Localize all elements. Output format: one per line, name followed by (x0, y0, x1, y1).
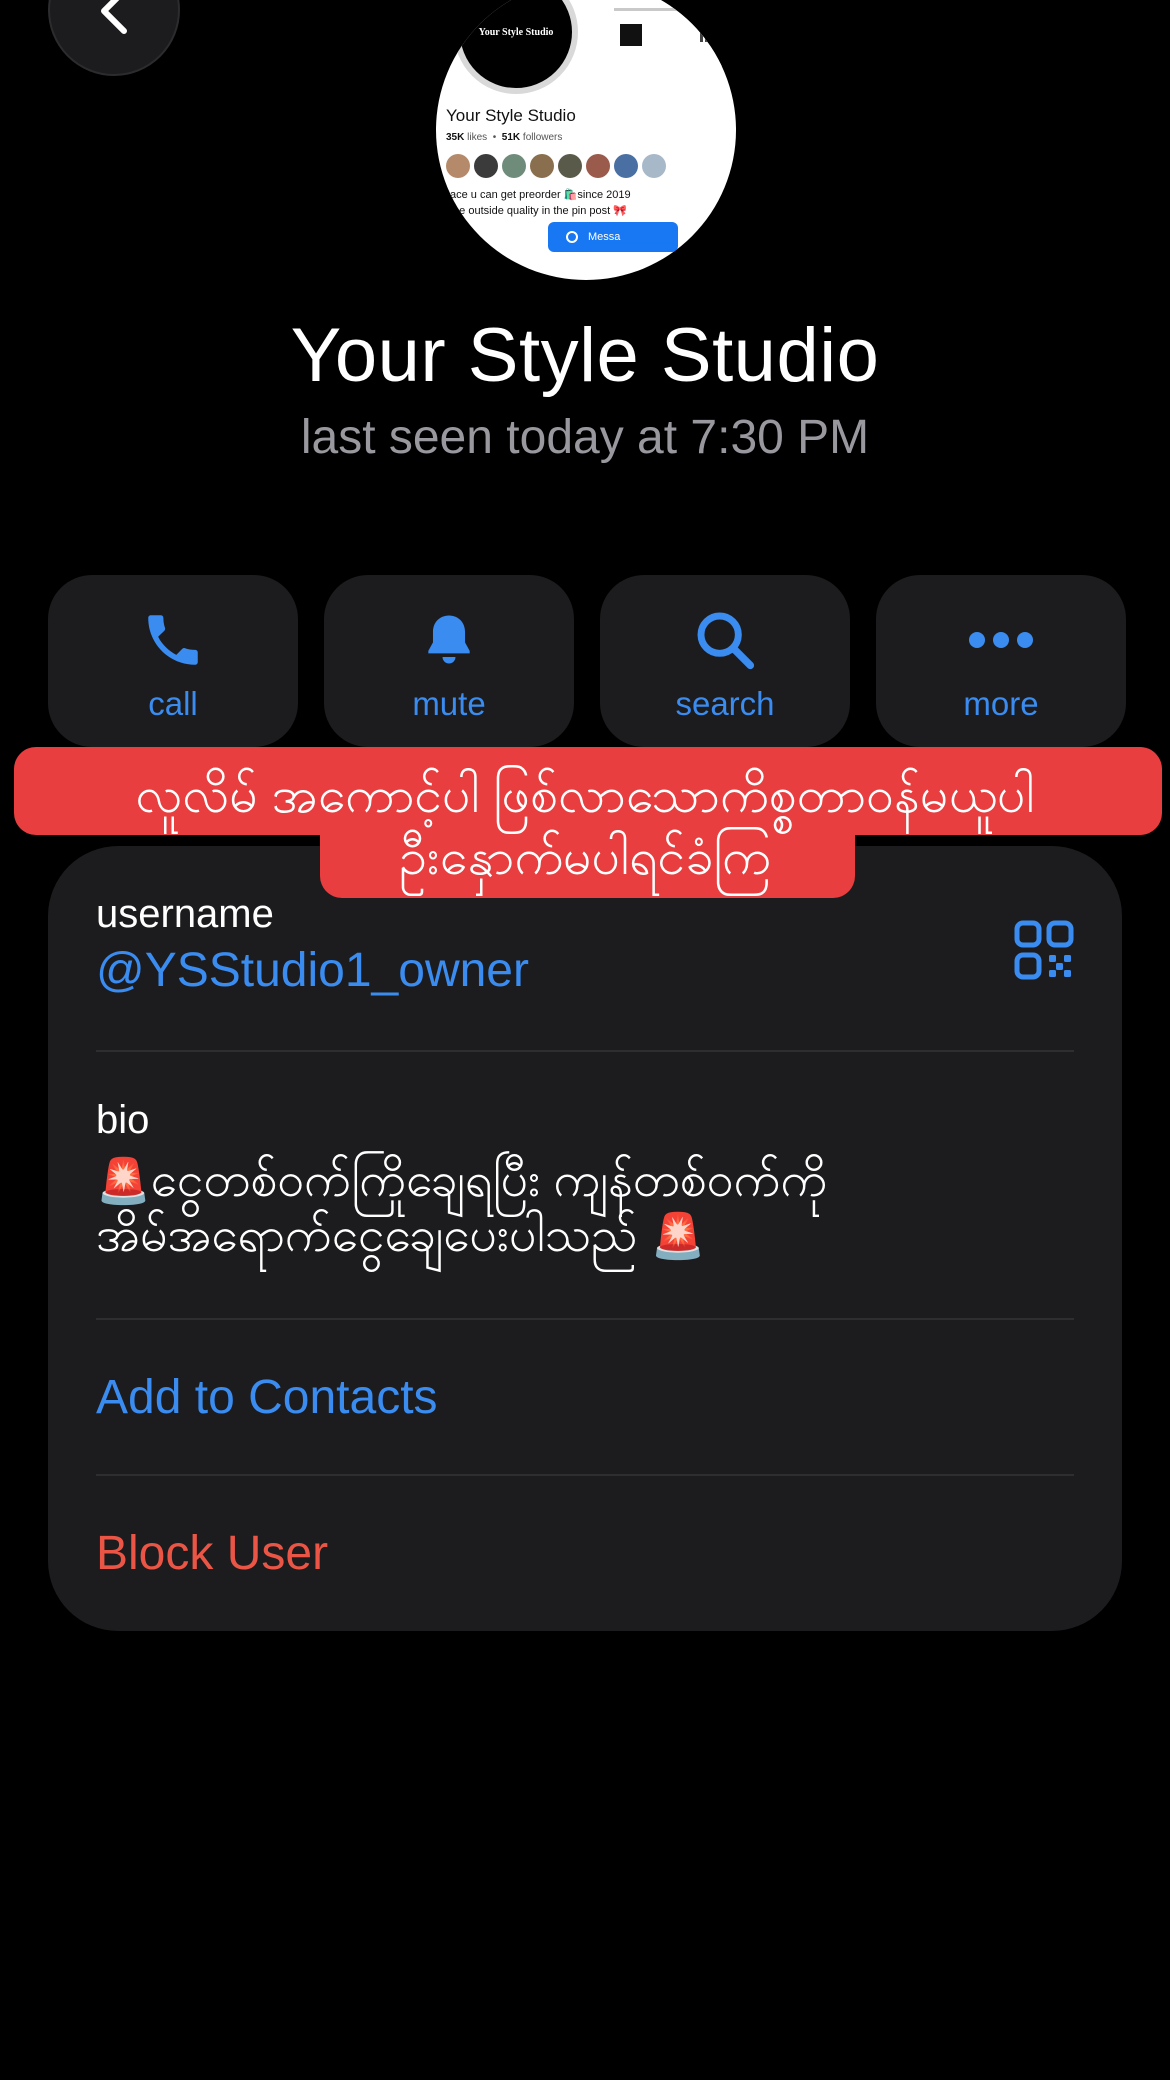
profile-avatar[interactable]: Your Style Studio 41 Your Style Studio 3… (436, 0, 736, 280)
search-icon (690, 605, 760, 675)
profile-name: Your Style Studio (290, 313, 880, 398)
follower-avatar (474, 154, 498, 178)
more-dots-icon (966, 605, 1036, 675)
username-value[interactable]: @YSStudio1_owner (96, 943, 1074, 998)
avatar-message-button: Messa (548, 222, 678, 252)
follower-avatar (586, 154, 610, 178)
avatar-likes: 35K (446, 132, 465, 143)
follower-avatar (614, 154, 638, 178)
follower-avatar (502, 154, 526, 178)
divider (96, 1050, 1074, 1052)
divider (96, 1474, 1074, 1476)
siren-icon: 🚨 (650, 1212, 706, 1262)
search-label: search (675, 685, 775, 722)
follower-avatar (446, 154, 470, 178)
follower-avatar (642, 154, 666, 178)
more-button[interactable]: more (876, 575, 1126, 747)
profile-screen: Your Style Studio 41 Your Style Studio 3… (0, 0, 1170, 2080)
more-label: more (963, 685, 1039, 722)
warning-text-line2: ဦးနှောက်မပါရင်ခံကြ (399, 829, 771, 885)
avatar-logo-text: Your Style Studio (478, 26, 554, 38)
avatar-dark-square (620, 24, 642, 46)
divider (96, 1318, 1074, 1320)
bio-text: 🚨ငွေတစ်ဝက်ကြိုချေရပြီး ကျန်တစ်ဝက်ကို အိမ… (96, 1153, 1074, 1263)
mute-label: mute (412, 685, 486, 722)
avatar-stats: 35K likes • 51K followers (446, 132, 563, 143)
avatar-message-label: Messa (588, 231, 621, 243)
chevron-left-icon (94, 0, 134, 40)
bio-line2: အိမ်အရောက်ငွေချေပေးပါသည် (96, 1209, 638, 1263)
bio-label: bio (96, 1098, 150, 1142)
call-button[interactable]: call (48, 575, 298, 747)
action-bar: call mute search more (48, 575, 1126, 747)
siren-icon: 🚨 (96, 1157, 151, 1206)
call-label: call (148, 685, 198, 722)
avatar-followers-label: followers (522, 132, 563, 143)
block-user-button[interactable]: Block User (96, 1526, 1074, 1581)
bio-line1: ငွေတစ်ဝက်ကြိုချေရပြီး ကျန်တစ်ဝက်ကို (150, 1154, 828, 1207)
bio-row: bio 🚨ငွေတစ်ဝက်ကြိုချေရပြီး ကျန်တစ်ဝက်ကို… (96, 1098, 1074, 1263)
messenger-icon (566, 231, 578, 243)
avatar-followers: 51K (501, 132, 521, 143)
avatar-logo: Your Style Studio (454, 0, 578, 94)
back-button[interactable] (48, 0, 180, 76)
avatar-follower-dots (446, 154, 666, 178)
avatar-bio-line1: ace u can get preorder 🛍️since 2019 (450, 189, 631, 201)
username-row[interactable]: username @YSStudio1_owner (96, 892, 1074, 998)
search-button[interactable]: search (600, 575, 850, 747)
qr-code-icon[interactable] (1014, 920, 1074, 980)
avatar-bio-line2: the outside quality in the pin post 🎀 (450, 205, 627, 217)
avatar-line (614, 8, 724, 11)
follower-avatar (558, 154, 582, 178)
avatar-page-name: Your Style Studio (446, 106, 576, 125)
phone-icon (138, 605, 208, 675)
avatar-likes-label: likes (467, 132, 488, 143)
add-to-contacts-button[interactable]: Add to Contacts (96, 1370, 1074, 1425)
info-card: username @YSStudio1_owner bio 🚨ငွေတစ်ဝက်… (48, 846, 1122, 1631)
follower-avatar (530, 154, 554, 178)
mute-button[interactable]: mute (324, 575, 574, 747)
avatar-qr-square (700, 26, 716, 42)
last-seen-status: last seen today at 7:30 PM (300, 411, 870, 464)
bell-icon (414, 605, 484, 675)
